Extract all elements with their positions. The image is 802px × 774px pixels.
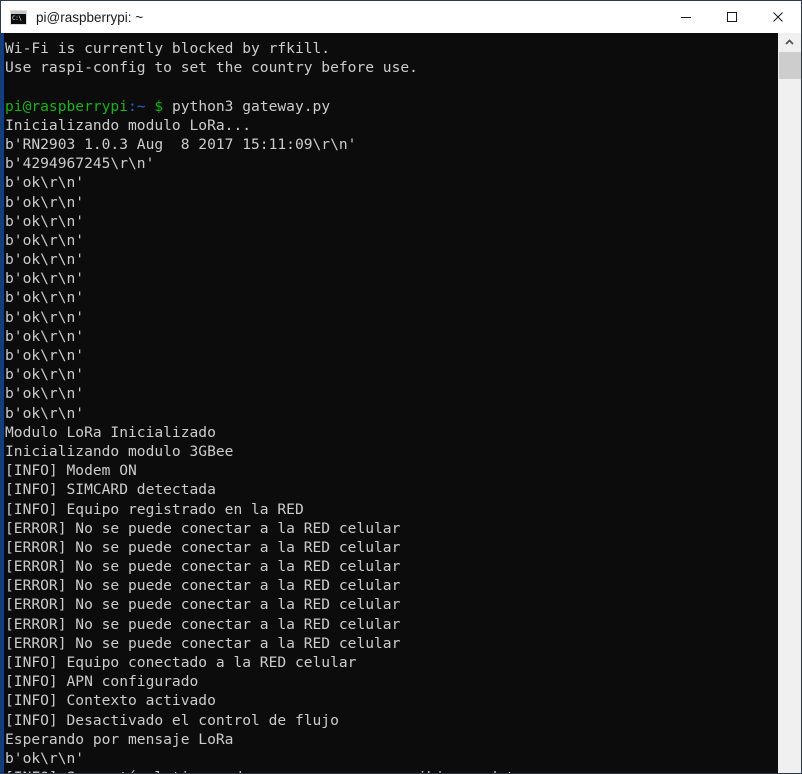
terminal-line: b'ok\r\n' (5, 251, 85, 269)
terminal-output-area[interactable]: Wi-Fi is currently blocked by rfkill. Use… (1, 33, 801, 773)
window-title: pi@raspberrypi: ~ (36, 9, 144, 25)
terminal-text: Wi-Fi is currently blocked by rfkill. Use… (5, 33, 775, 773)
vertical-scrollbar[interactable] (777, 33, 801, 773)
terminal-line: b'ok\r\n' (5, 749, 85, 767)
terminal-line: [ERROR] No se puede conectar a la RED ce… (5, 577, 401, 595)
terminal-line: [ERROR] No se puede conectar a la RED ce… (5, 519, 401, 537)
prompt-command: python3 gateway.py (163, 97, 331, 115)
terminal-line: b'ok\r\n' (5, 174, 85, 192)
terminal-line: b'ok\r\n' (5, 327, 85, 345)
scrollbar-thumb[interactable] (779, 52, 801, 79)
terminal-line: b'ok\r\n' (5, 231, 85, 249)
terminal-line: [ERROR] No se puede conectar a la RED ce… (5, 596, 401, 614)
terminal-window: pi@raspberrypi: ~ Wi-Fi is (0, 0, 802, 774)
terminal-line: [INFO] Modem ON (5, 462, 137, 480)
terminal-line: Inicializando modulo 3GBee (5, 442, 234, 460)
terminal-line: Inicializando modulo LoRa... (5, 116, 252, 134)
terminal-line: [INFO] Contexto activado (5, 692, 216, 710)
terminal-line: [ERROR] No se puede conectar a la RED ce… (5, 538, 401, 556)
terminal-line: b'RN2903 1.0.3 Aug 8 2017 15:11:09\r\n' (5, 135, 357, 153)
title-bar-left: pi@raspberrypi: ~ (1, 9, 663, 25)
terminal-line: Use raspi-config to set the country befo… (5, 59, 418, 77)
terminal-line: [INFO] Equipo registrado en la RED (5, 500, 304, 518)
terminal-line: [ERROR] No se puede conectar a la RED ce… (5, 558, 401, 576)
prompt-symbol: $ (145, 97, 164, 115)
terminal-line: [INFO] Desactivado el control de flujo (5, 711, 339, 729)
terminal-line: [ERROR] No se puede conectar a la RED ce… (5, 615, 401, 633)
terminal-line: b'ok\r\n' (5, 270, 85, 288)
terminal-line: b'ok\r\n' (5, 289, 85, 307)
terminal-line: [INFO] Equipo conectado a la RED celular (5, 654, 357, 671)
terminal-line: Wi-Fi is currently blocked by rfkill. (5, 40, 331, 57)
terminal-line: b'ok\r\n' (5, 212, 85, 230)
terminal-line: [ERROR] No se puede conectar a la RED ce… (5, 634, 401, 652)
terminal-line: b'ok\r\n' (5, 347, 85, 364)
terminal-line: [INFO] Se agotó el tiempo de espera y no… (5, 768, 775, 773)
minimize-button[interactable] (663, 1, 709, 33)
title-bar: pi@raspberrypi: ~ (1, 1, 801, 33)
terminal-line: Modulo LoRa Inicializado (5, 423, 216, 441)
terminal-line: b'4294967245\r\n' (5, 155, 155, 173)
terminal-line: [INFO] SIMCARD detectada (5, 481, 216, 499)
console-icon (10, 9, 27, 25)
terminal-line: b'ok\r\n' (5, 193, 85, 211)
chevron-up-icon[interactable] (778, 33, 801, 51)
maximize-button[interactable] (709, 1, 755, 33)
prompt-path: :~ (128, 97, 146, 115)
terminal-line: [INFO] APN configurado (5, 673, 199, 691)
terminal-left-accent-bar (1, 33, 4, 773)
caption-button-group (663, 1, 801, 33)
terminal-line: b'ok\r\n' (5, 366, 85, 384)
prompt-user-host: pi@raspberrypi (5, 97, 129, 115)
terminal-line: b'ok\r\n' (5, 385, 85, 403)
terminal-line: b'ok\r\n' (5, 404, 85, 422)
close-button[interactable] (755, 1, 801, 33)
terminal-line: b'ok\r\n' (5, 308, 85, 326)
terminal-line: pi@raspberrypi:~ $ python3 gateway.py (5, 97, 775, 116)
terminal-line: Esperando por mensaje LoRa (5, 730, 234, 748)
